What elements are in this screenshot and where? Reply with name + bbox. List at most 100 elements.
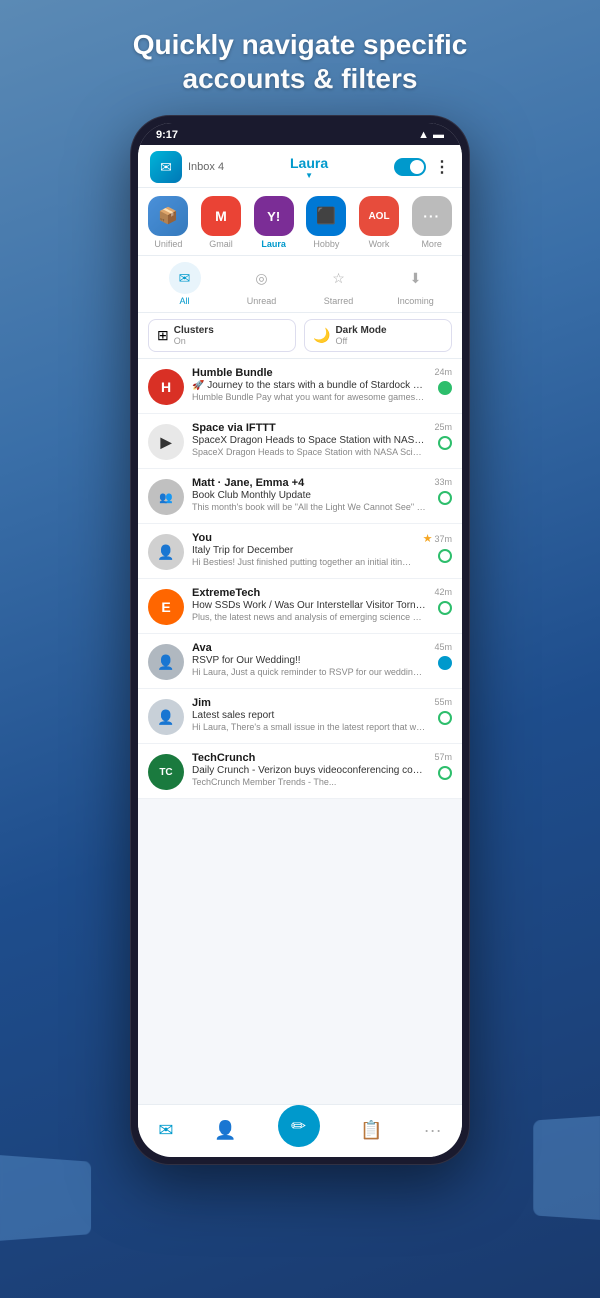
email-time: 37m (434, 534, 452, 544)
email-item[interactable]: ▶ Space via IFTTT SpaceX Dragon Heads to… (138, 414, 462, 469)
tab-work[interactable]: AOL Work (355, 196, 404, 249)
darkmode-icon: 🌙 (313, 327, 330, 344)
starred-filter-icon: ☆ (323, 262, 355, 294)
star-icon: ★ (423, 532, 433, 545)
email-content: You Italy Trip for December Hi Besties! … (192, 532, 415, 567)
tab-work-label: Work (369, 239, 390, 249)
email-item[interactable]: TC TechCrunch Daily Crunch - Verizon buy… (138, 744, 462, 799)
filter-starred[interactable]: ☆ Starred (302, 262, 375, 306)
bottom-nav: ✉ 👤 ✏ 📋 ··· (138, 1104, 462, 1157)
filter-incoming-label: Incoming (397, 296, 434, 306)
clusters-icon: ⊞ (157, 327, 169, 344)
email-meta: 24m (434, 367, 452, 395)
email-sender: TechCrunch (192, 752, 426, 764)
email-content: Matt · Jane, Emma +4 Book Club Monthly U… (192, 477, 426, 512)
nav-inbox[interactable]: ✉ (158, 1120, 173, 1141)
tab-hobby[interactable]: ⬛ Hobby (302, 196, 351, 249)
unread-filter-icon: ◎ (246, 262, 278, 294)
tab-hobby-label: Hobby (313, 239, 339, 249)
email-time: 24m (434, 367, 452, 377)
tasks-nav-icon: 📋 (360, 1120, 382, 1141)
filter-unread-label: Unread (247, 296, 277, 306)
unread-dot (438, 656, 452, 670)
email-content: Ava RSVP for Our Wedding!! Hi Laura, Jus… (192, 642, 426, 677)
more-menu-icon[interactable]: ⋮ (434, 157, 450, 177)
account-name: Laura (290, 155, 328, 171)
email-content: Jim Latest sales report Hi Laura, There'… (192, 697, 426, 732)
email-subject: Italy Trip for December (192, 545, 415, 556)
contacts-nav-icon: 👤 (214, 1120, 236, 1141)
status-bar: 9:17 ▲ ▬ (138, 123, 462, 145)
email-sender: Ava (192, 642, 426, 654)
chevron-down-icon: ▼ (305, 171, 313, 180)
email-sender: Humble Bundle (192, 367, 426, 379)
app-logo-icon: ✉ (150, 151, 182, 183)
compose-button[interactable]: ✏ (278, 1105, 320, 1147)
tab-more[interactable]: ··· More (407, 196, 456, 249)
nav-contacts[interactable]: 👤 (214, 1120, 236, 1141)
email-sender: Matt · Jane, Emma +4 (192, 477, 426, 489)
email-list: H Humble Bundle 🚀 Journey to the stars w… (138, 359, 462, 1104)
darkmode-button[interactable]: 🌙 Dark Mode Off (304, 319, 452, 352)
filter-unread[interactable]: ◎ Unread (225, 262, 298, 306)
email-subject: Latest sales report (192, 710, 426, 721)
email-item[interactable]: 👤 You Italy Trip for December Hi Besties… (138, 524, 462, 579)
email-preview: TechCrunch Member Trends - The... (192, 777, 426, 787)
filter-incoming[interactable]: ⬇ Incoming (379, 262, 452, 306)
tab-gmail[interactable]: M Gmail (197, 196, 246, 249)
email-preview: Plus, the latest news and analysis of em… (192, 612, 426, 622)
tab-unified[interactable]: 📦 Unified (144, 196, 193, 249)
email-preview: Hi Laura, There's a small issue in the l… (192, 722, 426, 732)
toggle-switch[interactable] (394, 158, 426, 176)
email-sender: Jim (192, 697, 426, 709)
headline-line2: accounts & filters (183, 63, 418, 94)
email-preview: Hi Besties! Just finished putting togeth… (192, 557, 415, 567)
compose-icon: ✏ (291, 1116, 306, 1137)
email-time: 42m (434, 587, 452, 597)
email-item[interactable]: H Humble Bundle 🚀 Journey to the stars w… (138, 359, 462, 414)
email-item[interactable]: E ExtremeTech How SSDs Work / Was Our In… (138, 579, 462, 634)
clusters-button[interactable]: ⊞ Clusters On (148, 319, 296, 352)
email-time: 57m (434, 752, 452, 762)
tab-unified-label: Unified (154, 239, 182, 249)
inbox-label: Inbox 4 (188, 161, 224, 173)
email-content: TechCrunch Daily Crunch - Verizon buys v… (192, 752, 426, 787)
avatar: 👤 (148, 644, 184, 680)
tab-gmail-label: Gmail (209, 239, 233, 249)
email-time: 45m (434, 642, 452, 652)
app-header: ✉ Inbox 4 Laura ▼ ⋮ (138, 145, 462, 188)
clusters-status: On (174, 336, 214, 346)
battery-icon: ▬ (433, 129, 444, 141)
tab-laura-label: Laura (261, 239, 286, 249)
tab-more-label: More (421, 239, 442, 249)
email-sender: Space via IFTTT (192, 422, 426, 434)
email-item[interactable]: 👥 Matt · Jane, Emma +4 Book Club Monthly… (138, 469, 462, 524)
phone-screen: 9:17 ▲ ▬ ✉ Inbox 4 Laura ▼ ⋮ (138, 123, 462, 1157)
email-subject: Book Club Monthly Update (192, 490, 426, 501)
email-meta: 55m (434, 697, 452, 725)
email-item[interactable]: 👤 Ava RSVP for Our Wedding!! Hi Laura, J… (138, 634, 462, 689)
unread-dot (438, 711, 452, 725)
email-preview: SpaceX Dragon Heads to Space Station wit… (192, 447, 426, 457)
nav-tasks[interactable]: 📋 (360, 1120, 382, 1141)
email-sender: You (192, 532, 415, 544)
status-time: 9:17 (156, 129, 178, 141)
email-preview: Humble Bundle Pay what you want for awes… (192, 392, 426, 402)
header-left: ✉ Inbox 4 (150, 151, 224, 183)
clusters-name: Clusters (174, 325, 214, 336)
avatar: ▶ (148, 424, 184, 460)
tab-laura[interactable]: Y! Laura (249, 196, 298, 249)
unread-dot (438, 601, 452, 615)
email-preview: Hi Laura, Just a quick reminder to RSVP … (192, 667, 426, 677)
header-center[interactable]: Laura ▼ (290, 155, 328, 180)
unread-dot (438, 549, 452, 563)
email-subject: SpaceX Dragon Heads to Space Station wit… (192, 435, 426, 446)
wifi-icon: ▲ (418, 129, 429, 141)
email-item[interactable]: 👤 Jim Latest sales report Hi Laura, Ther… (138, 689, 462, 744)
unread-dot (438, 491, 452, 505)
email-subject: Daily Crunch - Verizon buys videoconfere… (192, 765, 426, 776)
headline-line1: Quickly navigate specific (133, 29, 468, 60)
filter-all[interactable]: ✉ All (148, 262, 221, 306)
email-meta: 45m (434, 642, 452, 670)
nav-more[interactable]: ··· (424, 1120, 442, 1141)
